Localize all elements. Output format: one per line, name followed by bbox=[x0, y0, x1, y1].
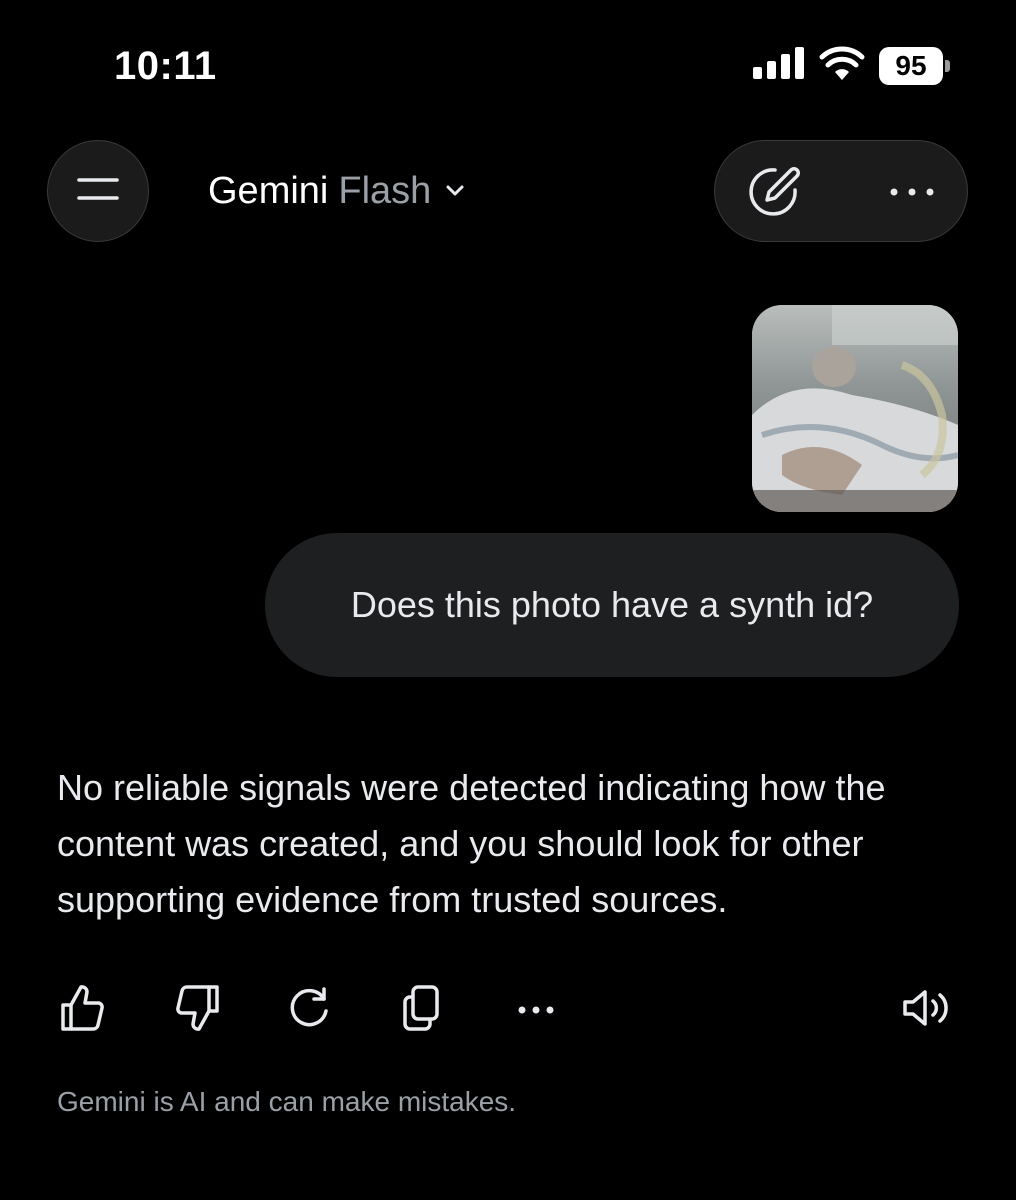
user-message-bubble: Does this photo have a synth id? bbox=[265, 533, 959, 677]
status-indicators: 95 bbox=[753, 46, 950, 85]
regenerate-button[interactable] bbox=[281, 982, 337, 1038]
menu-icon bbox=[77, 176, 119, 207]
header-actions bbox=[714, 140, 968, 242]
ai-disclaimer: Gemini is AI and can make mistakes. bbox=[57, 1086, 517, 1117]
response-more-button[interactable] bbox=[508, 982, 564, 1038]
battery-icon: 95 bbox=[879, 46, 950, 85]
more-icon bbox=[518, 1001, 554, 1019]
menu-button[interactable] bbox=[47, 140, 149, 242]
new-chat-button[interactable] bbox=[745, 163, 803, 221]
copy-button[interactable] bbox=[393, 982, 449, 1038]
thumbs-down-icon bbox=[175, 983, 221, 1038]
chevron-down-icon bbox=[445, 184, 465, 198]
signal-icon bbox=[753, 47, 805, 84]
header-more-button[interactable] bbox=[883, 163, 941, 221]
speaker-icon bbox=[901, 988, 955, 1033]
user-message-text: Does this photo have a synth id? bbox=[350, 584, 874, 625]
model-selector[interactable]: Gemini Flash bbox=[208, 168, 465, 214]
battery-level: 95 bbox=[879, 46, 943, 85]
wifi-icon bbox=[819, 46, 865, 85]
read-aloud-button[interactable] bbox=[900, 982, 956, 1038]
attached-photo[interactable] bbox=[752, 305, 958, 512]
new-chat-icon bbox=[745, 164, 803, 221]
copy-icon bbox=[401, 984, 441, 1037]
status-time: 10:11 bbox=[114, 44, 217, 88]
model-response: No reliable signals were detected indica… bbox=[57, 767, 886, 920]
bad-response-button[interactable] bbox=[170, 982, 226, 1038]
regenerate-icon bbox=[286, 985, 332, 1036]
more-icon bbox=[890, 183, 934, 201]
model-name: Flash bbox=[338, 169, 432, 212]
battery-cap bbox=[945, 59, 950, 72]
thumbs-up-icon bbox=[59, 983, 105, 1038]
app-title: Gemini bbox=[208, 169, 329, 212]
app-screen: 10:11 95 Gemini Flash Does this photo ha… bbox=[0, 0, 1016, 1200]
good-response-button[interactable] bbox=[54, 982, 110, 1038]
